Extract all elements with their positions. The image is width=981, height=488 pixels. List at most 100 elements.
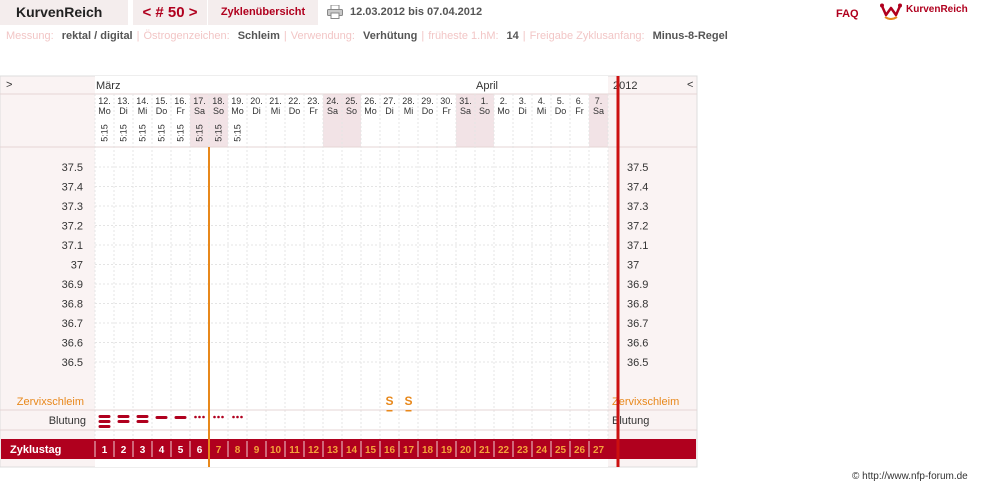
day-date: 4.: [538, 96, 546, 106]
cycle-day-number: 27: [593, 445, 605, 456]
cycle-day-number: 2: [121, 445, 127, 456]
bleeding-medium-mark: [136, 420, 149, 423]
cycle-day-number: 6: [197, 445, 203, 456]
temperature-tick-right: 37.4: [627, 182, 648, 194]
copyright-credit: © http://www.nfp-forum.de: [852, 471, 968, 482]
bleeding-spotting-mark: [198, 415, 201, 419]
bleeding-spotting-mark: [202, 415, 205, 419]
day-weekday: Mi: [404, 106, 414, 116]
day-date: 14.: [136, 96, 149, 106]
measure-time: 5:15: [100, 124, 110, 142]
temperature-tick-right: 37.5: [627, 162, 648, 174]
temperature-tick-left: 36.9: [62, 279, 83, 291]
bleeding-medium-mark: [117, 420, 130, 423]
day-date: 13.: [117, 96, 130, 106]
bleeding-spotting-mark: [232, 415, 235, 419]
day-weekday: Sa: [593, 106, 604, 116]
bleeding-spotting-mark: [213, 415, 216, 419]
day-weekday: Di: [518, 106, 527, 116]
day-date: 2.: [500, 96, 508, 106]
temperature-tick-left: 37: [71, 260, 83, 272]
day-date: 3.: [519, 96, 527, 106]
bleeding-medium-mark: [136, 415, 149, 418]
cycle-day-number: 23: [517, 445, 529, 456]
cycle-day-number: 8: [235, 445, 241, 456]
cycle-day-number: 18: [422, 445, 434, 456]
temperature-tick-right: 36.6: [627, 338, 648, 350]
day-weekday: Di: [385, 106, 394, 116]
day-date: 5.: [557, 96, 565, 106]
month-label: April: [476, 80, 498, 92]
temperature-tick-left: 37.3: [62, 201, 83, 213]
day-date: 24.: [326, 96, 339, 106]
bleeding-heavy-mark: [98, 425, 111, 428]
day-date: 22.: [288, 96, 301, 106]
day-date: 26.: [364, 96, 377, 106]
bleeding-spotting-mark: [217, 415, 220, 419]
day-date: 31.: [459, 96, 472, 106]
cycle-day-number: 19: [441, 445, 453, 456]
temperature-tick-right: 37: [627, 260, 639, 272]
bleeding-medium-mark: [117, 415, 130, 418]
cycle-day-number: 5: [178, 445, 184, 456]
day-weekday: Mi: [138, 106, 148, 116]
day-date: 30.: [440, 96, 453, 106]
bleeding-spotting-mark: [194, 415, 197, 419]
measure-time: 5:15: [157, 124, 167, 142]
cycle-day-number: 12: [308, 445, 320, 456]
day-weekday: Fr: [575, 106, 584, 116]
temperature-tick-right: 36.7: [627, 318, 648, 330]
day-weekday: Di: [119, 106, 128, 116]
day-date: 19.: [231, 96, 244, 106]
day-weekday: Fr: [442, 106, 451, 116]
day-weekday: So: [479, 106, 490, 116]
cycle-day-number: 14: [346, 445, 358, 456]
day-date: 6.: [576, 96, 584, 106]
day-date: 1.: [481, 96, 489, 106]
day-weekday: Do: [156, 106, 168, 116]
cycle-day-number: 3: [140, 445, 146, 456]
cycle-day-number: 10: [270, 445, 282, 456]
measure-time: 5:15: [233, 124, 243, 142]
temperature-tick-left: 37.4: [62, 182, 83, 194]
bleeding-heavy-mark: [98, 420, 111, 423]
scroll-left-button: >: [6, 79, 12, 91]
bleeding-light-mark: [174, 416, 187, 419]
bleeding-heavy-mark: [98, 415, 111, 418]
bleeding-spotting-mark: [221, 415, 224, 419]
day-date: 18.: [212, 96, 225, 106]
day-weekday: Mi: [271, 106, 281, 116]
cervix-mark: S: [385, 394, 393, 408]
day-weekday: Do: [422, 106, 434, 116]
scroll-right-button: <: [687, 79, 693, 91]
cycle-day-number: 4: [159, 445, 165, 456]
day-weekday: Mo: [98, 106, 111, 116]
day-date: 28.: [402, 96, 415, 106]
temperature-tick-left: 36.6: [62, 338, 83, 350]
cycle-day-number: 24: [536, 445, 548, 456]
temperature-tick-left: 36.5: [62, 357, 83, 369]
cycle-day-number: 1: [102, 445, 108, 456]
bleeding-light-mark: [155, 416, 168, 419]
temperature-tick-right: 36.8: [627, 299, 648, 311]
day-weekday: Do: [555, 106, 567, 116]
cervix-mark: S: [404, 394, 412, 408]
cervix-label-left: Zervixschleim: [17, 396, 84, 408]
bleeding-spotting-mark: [240, 415, 243, 419]
temperature-tick-right: 37.1: [627, 240, 648, 252]
month-label: März: [96, 80, 120, 92]
measure-time: 5:15: [195, 124, 205, 142]
temperature-tick-right: 36.9: [627, 279, 648, 291]
temperature-tick-right: 37.3: [627, 201, 648, 213]
temperature-tick-left: 37.5: [62, 162, 83, 174]
measure-time: 5:15: [176, 124, 186, 142]
cycle-day-number: 11: [289, 445, 300, 456]
day-date: 17.: [193, 96, 206, 106]
day-date: 16.: [174, 96, 187, 106]
cervix-mark-underline: [386, 410, 393, 412]
cycle-day-number: 22: [498, 445, 510, 456]
day-weekday: Sa: [327, 106, 338, 116]
cycle-day-number: 26: [574, 445, 586, 456]
cycle-day-number: 16: [384, 445, 396, 456]
day-weekday: So: [346, 106, 357, 116]
